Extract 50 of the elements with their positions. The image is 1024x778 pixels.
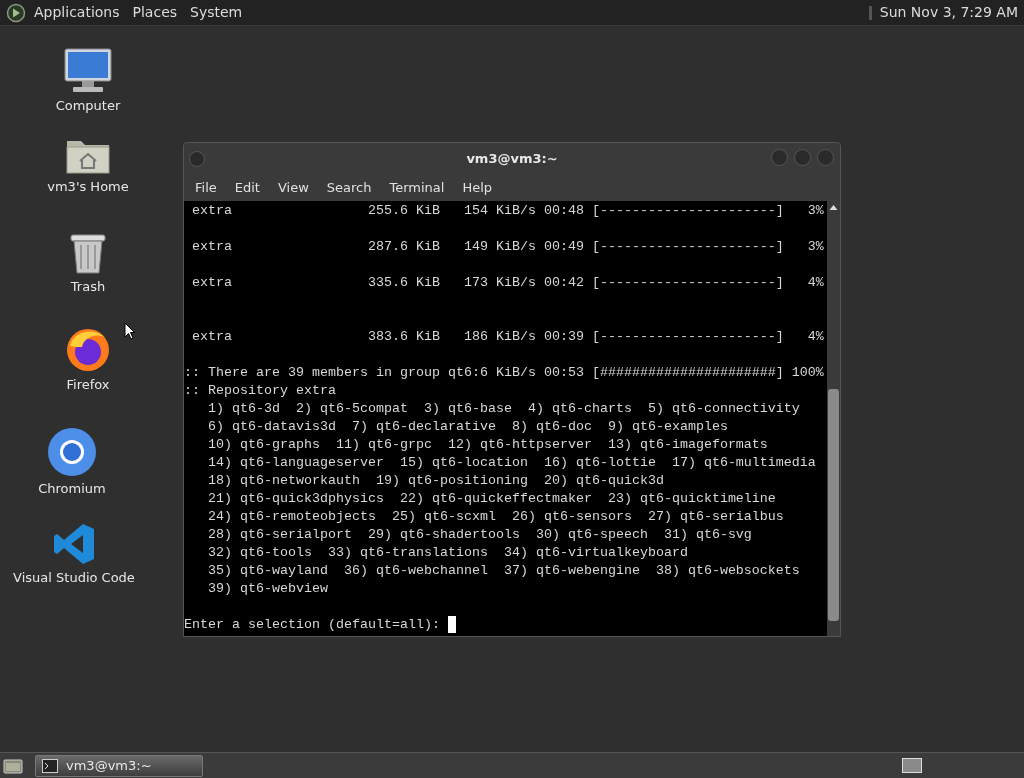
workspace-switcher[interactable] — [902, 758, 922, 773]
window-title: vm3@vm3:~ — [466, 150, 558, 169]
terminal-line: 6) qt6-datavis3d 7) qt6-declarative 8) qt6-doc 9) qt6-examples — [207, 418, 728, 436]
computer-icon[interactable] — [63, 48, 113, 94]
menu-item[interactable]: View — [268, 178, 318, 198]
menu-item[interactable]: Edit — [225, 178, 269, 198]
terminal-line: 32) qt6-tools 33) qt6-translations 34) qt6-virtualkeyboard — [207, 544, 688, 562]
terminal-icon — [42, 758, 58, 773]
terminal-line: 35) qt6-wayland 36) qt6-webchannel 37) qt6-webengine 38) qt6-websockets — [207, 562, 800, 580]
menu-item[interactable]: Search — [317, 178, 381, 198]
menu-logo-icon[interactable] — [6, 2, 26, 23]
terminal-line: extra 383.6 KiB 186 KiB/s 00:39 [----------------------] 4% — [191, 328, 824, 346]
chromium-icon[interactable] — [47, 427, 97, 477]
panel-menu[interactable]: System — [190, 2, 243, 23]
panel-menu[interactable]: Places — [132, 2, 178, 23]
panel-menu[interactable]: Applications — [34, 2, 120, 23]
terminal-line: :: There are 39 members in group qt6:6 KiB/s 00:53 [######################] 100% — [184, 364, 824, 382]
menu-item[interactable]: Help — [453, 178, 502, 198]
code-editor-icon[interactable] — [52, 522, 96, 566]
menu-item[interactable]: File — [186, 178, 226, 198]
icon-label[interactable]: vm3's Home — [47, 177, 129, 197]
icon-label[interactable]: Trash — [70, 277, 106, 297]
scroll-up-icon[interactable] — [829, 204, 838, 211]
terminal-line: 24) qt6-remoteobjects 25) qt6-scxml 26) qt6-sensors 27) qt6-serialbus — [207, 508, 784, 526]
icon-label[interactable]: Chromium — [38, 479, 106, 499]
panel-handle — [868, 5, 872, 20]
terminal-line: extra 287.6 KiB 149 KiB/s 00:49 [----------------------] 3% — [191, 238, 824, 256]
menu-item[interactable]: Terminal — [380, 178, 454, 198]
mouse-pointer-icon — [124, 322, 135, 340]
terminal-line: 21) qt6-quick3dphysics 22) qt6-quickeffectmaker 23) qt6-quicktimeline — [207, 490, 776, 508]
scrollbar-thumb[interactable] — [828, 389, 839, 621]
icon-label[interactable]: Computer — [55, 96, 121, 116]
icon-label[interactable]: Firefox — [66, 375, 110, 395]
trash-icon[interactable] — [69, 231, 107, 275]
prompt-line: Enter a selection (default=all): — [184, 616, 441, 634]
terminal-line: extra 255.6 KiB 154 KiB/s 00:48 [----------------------] 3% — [191, 202, 824, 220]
scrollbar[interactable] — [827, 201, 840, 636]
terminal-line: 1) qt6-3d 2) qt6-5compat 3) qt6-base 4) qt6-charts 5) qt6-connectivity — [207, 400, 800, 418]
icon-label[interactable]: Visual Studio Code — [13, 568, 135, 588]
terminal-line: 39) qt6-webview — [207, 580, 328, 598]
terminal-line: 18) qt6-networkauth 19) qt6-positioning 20) qt6-quick3d — [207, 472, 664, 490]
text-cursor — [447, 616, 456, 633]
terminal-line: 28) qt6-serialport 29) qt6-shadertools 30) qt6-speech 31) qt6-svg — [207, 526, 752, 544]
terminal-line: 10) qt6-graphs 11) qt6-grpc 12) qt6-httpserver 13) qt6-imageformats — [207, 436, 768, 454]
show-desktop-icon[interactable] — [3, 756, 23, 775]
terminal-line: 14) qt6-languageserver 15) qt6-location 16) qt6-lottie 17) qt6-multimedia — [207, 454, 816, 472]
taskbar-button[interactable]: vm3@vm3:~ — [35, 754, 203, 777]
terminal-line: extra 335.6 KiB 173 KiB/s 00:42 [----------------------] 4% — [191, 274, 824, 292]
clock[interactable]: Sun Nov 3, 7:29 AM — [879, 2, 1018, 23]
terminal-line: :: Repository extra — [184, 382, 336, 400]
